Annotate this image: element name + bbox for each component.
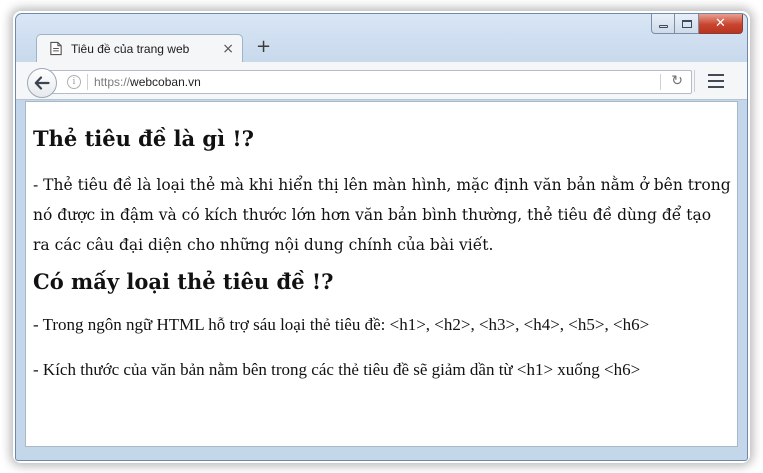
heading-what-is: Thẻ tiêu đề là gì !? (33, 126, 254, 151)
heading-how-many: Có mấy loại thẻ tiêu đề !? (33, 269, 334, 295)
minimize-button[interactable] (651, 14, 675, 34)
minimize-icon (658, 24, 668, 28)
paragraph-intro: - Thẻ tiêu đề là loại thẻ mà khi hiển th… (33, 176, 731, 255)
url-text[interactable]: https://webcoban.vn (94, 75, 201, 89)
browser-window: ✕ Tiêu đề của trang web × + i https://we… (15, 13, 748, 461)
page-content: Thẻ tiêu đề là gì !? - Thẻ tiêu đề là lo… (25, 101, 738, 447)
reload-divider (660, 74, 661, 90)
caption-buttons: ✕ (651, 14, 743, 34)
paragraph-size: - Kích thước của văn bản nằm bên trong c… (33, 360, 641, 380)
url-divider (87, 74, 88, 90)
back-arrow-icon (34, 76, 50, 90)
maximize-icon (681, 19, 692, 28)
tab-title: Tiêu đề của trang web (71, 41, 190, 56)
maximize-button[interactable] (675, 14, 699, 34)
address-bar[interactable]: i https://webcoban.vn ↻ (46, 70, 692, 94)
close-window-button[interactable]: ✕ (699, 14, 743, 34)
new-tab-button[interactable]: + (256, 36, 271, 57)
tab-close-icon[interactable]: × (222, 41, 234, 57)
navigation-bar: i https://webcoban.vn ↻ (16, 62, 747, 100)
reload-icon[interactable]: ↻ (671, 73, 683, 89)
url-host: webcoban.vn (130, 75, 201, 89)
back-button[interactable] (27, 68, 57, 98)
tab-active[interactable]: Tiêu đề của trang web × (36, 34, 243, 62)
url-scheme: https:// (94, 75, 131, 89)
close-icon: ✕ (715, 16, 726, 31)
hamburger-menu-icon[interactable] (708, 74, 724, 88)
info-icon[interactable]: i (67, 75, 81, 89)
page-icon (50, 41, 62, 56)
paragraph-types: - Trong ngôn ngữ HTML hỗ trợ sáu loại th… (33, 315, 650, 335)
menu-divider (694, 70, 695, 92)
